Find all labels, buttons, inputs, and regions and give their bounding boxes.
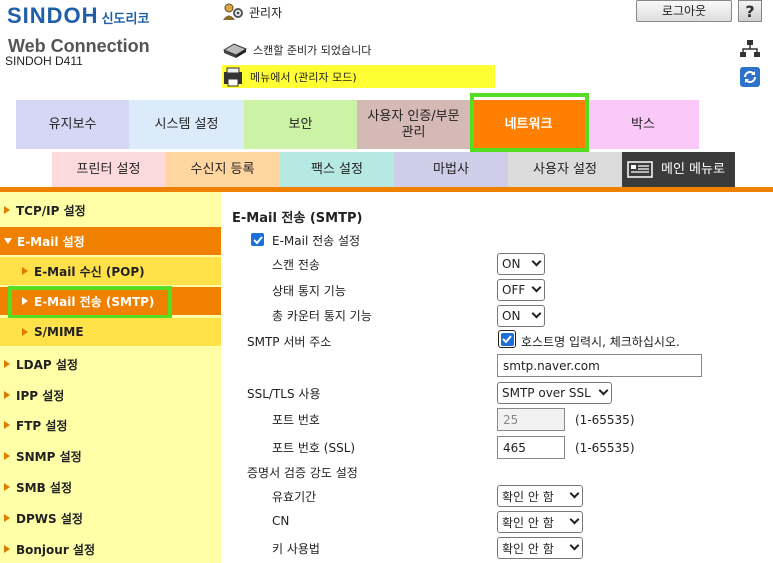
counter-notify-label: 총 카운터 통지 기능: [272, 309, 372, 323]
main-tab-bar: 유지보수 시스템 설정 보안 사용자 인증/부문 관리 네트워크 박스: [0, 93, 773, 152]
printer-icon: [224, 67, 242, 86]
port-ssl-range: (1-65535): [575, 441, 635, 455]
port-ssl-input[interactable]: 465: [497, 436, 565, 459]
arrow-right-icon: [4, 421, 10, 429]
chevron-down-icon: [531, 256, 542, 267]
validity-label: 유효기간: [272, 490, 317, 504]
ssl-label: SSL/TLS 사용: [247, 387, 321, 401]
cn-select[interactable]: 확인 안 함: [497, 511, 583, 533]
logout-button[interactable]: 로그아웃: [636, 0, 732, 22]
sidebar-item-ipp[interactable]: IPP 설정: [0, 381, 221, 409]
tab-address-book[interactable]: 수신지 등록: [165, 152, 280, 187]
scan-send-select[interactable]: ON: [497, 253, 545, 275]
arrow-right-icon: [4, 206, 10, 214]
smtp-server-label: SMTP 서버 주소: [247, 335, 332, 349]
user-info: 관리자: [222, 1, 282, 23]
tab-maintenance[interactable]: 유지보수: [16, 100, 129, 149]
main-menu-icon: [627, 161, 653, 178]
help-button[interactable]: ?: [738, 0, 762, 22]
key-usage-select[interactable]: 확인 안 함: [497, 537, 583, 559]
sidebar-item-email[interactable]: E-Mail 설정: [0, 227, 221, 255]
device-status: 스캔할 준비가 되었습니다: [222, 38, 371, 62]
ssl-select[interactable]: SMTP over SSL: [497, 382, 612, 404]
arrow-right-icon: [22, 267, 28, 275]
chevron-down-icon: [531, 308, 542, 319]
tab-printer-settings[interactable]: 프린터 설정: [52, 152, 165, 187]
tab-user-auth[interactable]: 사용자 인증/부문 관리: [357, 100, 470, 149]
sindoh-logo: SINDOH 신도리코: [7, 3, 149, 29]
brand-name: SINDOH: [7, 3, 99, 28]
sidebar-item-bonjour[interactable]: Bonjour 설정: [0, 535, 221, 563]
sub-tab-bar: 프린터 설정 수신지 등록 팩스 설정 마법사 사용자 설정 메인 메뉴로: [0, 152, 773, 188]
brand-kr: 신도리코: [101, 11, 150, 26]
port-input[interactable]: 25: [497, 408, 565, 431]
sidebar-item-smime[interactable]: S/MIME: [0, 318, 221, 346]
sidebar-item-tcpip[interactable]: TCP/IP 설정: [0, 196, 221, 224]
network-tab-highlight: [470, 93, 589, 152]
mode-text: 메뉴에서 (관리자 모드): [250, 70, 357, 84]
cn-label: CN: [272, 514, 290, 528]
chevron-down-icon: [598, 385, 609, 396]
smtp-item-highlight: [8, 286, 172, 319]
sidebar-item-dpws[interactable]: DPWS 설정: [0, 504, 221, 532]
arrow-right-icon: [4, 391, 10, 399]
smtp-settings-panel: E-Mail 전송 (SMTP) E-Mail 전송 설정 스캔 전송 ON 상…: [221, 192, 773, 563]
tab-wizard[interactable]: 마법사: [394, 152, 508, 187]
port-range: (1-65535): [575, 413, 635, 427]
mode-banner: 메뉴에서 (관리자 모드): [222, 65, 495, 88]
port-ssl-label: 포트 번호 (SSL): [272, 441, 356, 455]
network-map-icon[interactable]: [740, 40, 760, 58]
status-text: 스캔할 준비가 되었습니다: [253, 44, 372, 57]
key-usage-label: 키 사용법: [272, 542, 320, 556]
refresh-icon[interactable]: [740, 67, 760, 87]
sidebar-item-smb[interactable]: SMB 설정: [0, 473, 221, 501]
arrow-down-icon: [4, 238, 12, 244]
admin-user-icon: [223, 3, 243, 20]
sidebar-item-ldap[interactable]: LDAP 설정: [0, 350, 221, 378]
tab-fax-settings[interactable]: 팩스 설정: [280, 152, 394, 187]
arrow-right-icon: [4, 452, 10, 460]
scanner-icon: [222, 43, 248, 58]
arrow-right-icon: [4, 483, 10, 491]
sidebar-item-ftp[interactable]: FTP 설정: [0, 411, 221, 439]
status-notify-label: 상태 통지 기능: [272, 284, 346, 298]
tab-user-settings[interactable]: 사용자 설정: [508, 152, 622, 187]
chevron-down-icon: [569, 514, 580, 525]
chevron-down-icon: [531, 282, 542, 293]
tab-main-menu[interactable]: 메인 메뉴로: [622, 152, 735, 187]
scan-send-label: 스캔 전송: [272, 258, 320, 272]
tab-system-settings[interactable]: 시스템 설정: [129, 100, 244, 149]
sidebar: TCP/IP 설정 E-Mail 설정 E-Mail 수신 (POP) E-Ma…: [0, 192, 221, 563]
sidebar-item-snmp[interactable]: SNMP 설정: [0, 442, 221, 470]
page-title: E-Mail 전송 (SMTP): [232, 211, 363, 226]
status-notify-select[interactable]: OFF: [497, 279, 545, 301]
device-model: SINDOH D411: [5, 54, 83, 68]
tab-security[interactable]: 보안: [244, 100, 357, 149]
arrow-right-icon: [4, 545, 10, 553]
arrow-right-icon: [4, 514, 10, 522]
validity-select[interactable]: 확인 안 함: [497, 485, 583, 507]
cert-label: 증명서 검증 강도 설정: [247, 466, 358, 480]
email-send-checkbox[interactable]: [251, 233, 264, 246]
user-name: 관리자: [249, 5, 283, 20]
smtp-server-input[interactable]: smtp.naver.com: [497, 354, 702, 377]
hostname-check-label: 호스트명 입력시, 체크하십시오.: [521, 335, 680, 349]
counter-notify-select[interactable]: ON: [497, 305, 545, 327]
arrow-right-icon: [4, 360, 10, 368]
hostname-checkbox-wrapper: [498, 330, 516, 348]
port-label: 포트 번호: [272, 413, 320, 427]
sidebar-item-email-pop[interactable]: E-Mail 수신 (POP): [0, 257, 221, 285]
tab-box[interactable]: 박스: [587, 100, 699, 149]
email-send-label: E-Mail 전송 설정: [272, 234, 361, 248]
chevron-down-icon: [569, 540, 580, 551]
chevron-down-icon: [569, 488, 580, 499]
arrow-right-icon: [22, 328, 28, 336]
hostname-checkbox[interactable]: [500, 332, 514, 346]
